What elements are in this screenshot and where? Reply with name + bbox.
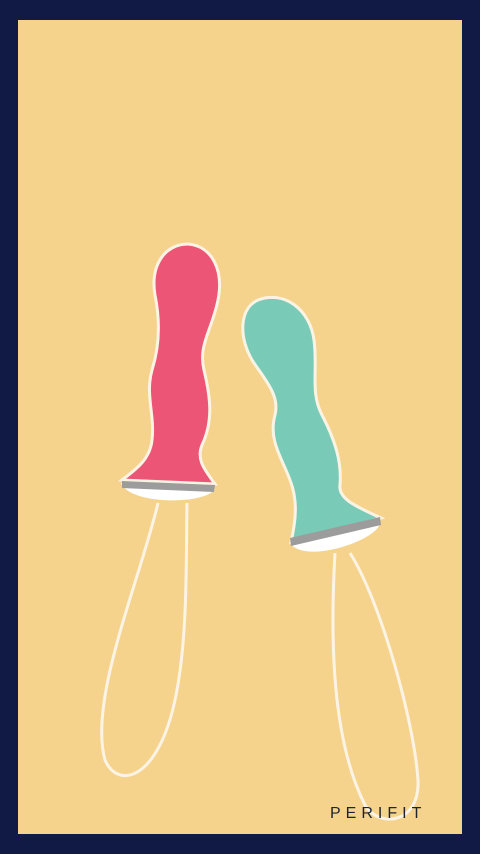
teal-probe: [241, 295, 386, 552]
teal-probe-body: [241, 295, 386, 545]
teal-probe-cord: [331, 552, 420, 821]
pink-probe-body: [117, 242, 221, 486]
brand-logo: PERIFIT: [330, 805, 427, 822]
pink-probe: [117, 242, 221, 501]
illustration: [100, 242, 420, 821]
pink-probe-cord: [100, 502, 189, 777]
